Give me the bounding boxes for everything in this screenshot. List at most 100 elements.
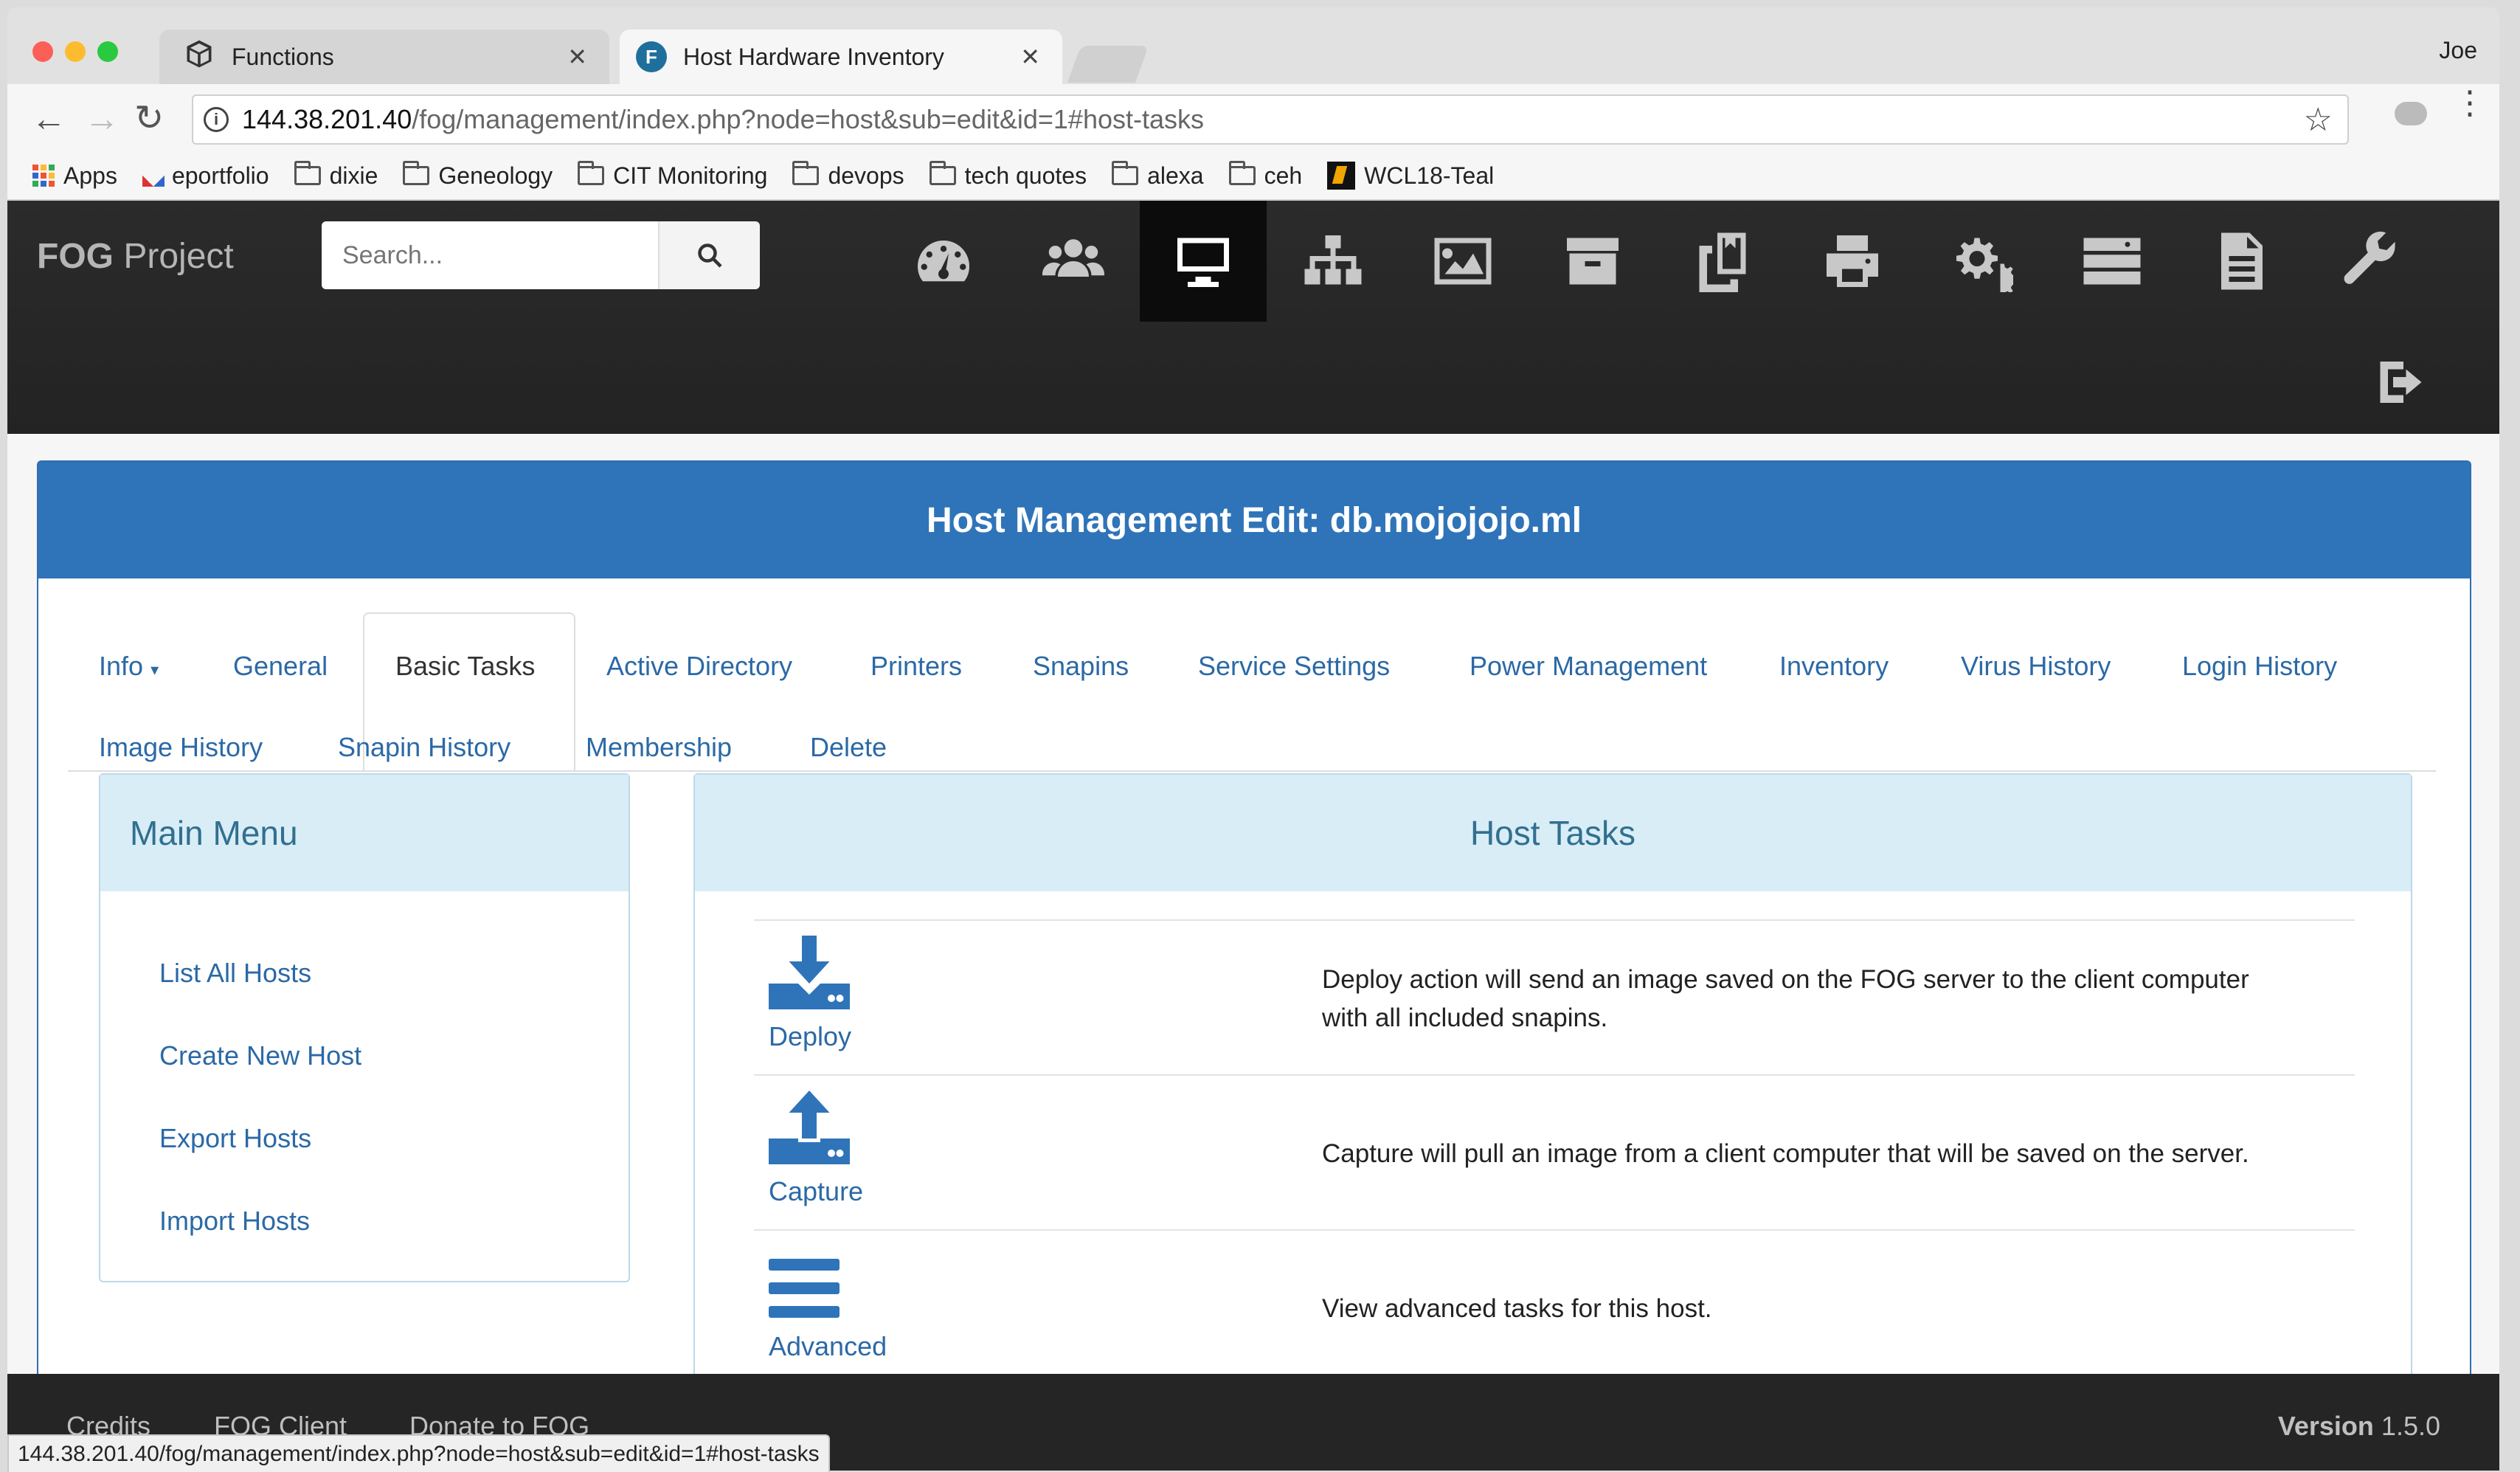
folder-icon <box>929 161 956 185</box>
tab-basic-tasks[interactable]: Basic Tasks <box>395 651 535 682</box>
logout-icon[interactable] <box>2372 351 2434 413</box>
tab-printers[interactable]: Printers <box>870 651 962 682</box>
profile-name[interactable]: Joe <box>2439 37 2477 64</box>
close-tab-icon[interactable]: ✕ <box>1020 43 1040 71</box>
services-icon[interactable] <box>1919 201 2046 322</box>
deploy-description: Deploy action will send an image saved o… <box>1322 965 2249 1032</box>
capture-description: Capture will pull an image from a client… <box>1322 1139 2249 1168</box>
close-window-button[interactable] <box>32 41 53 62</box>
bookmark-geneology[interactable]: Geneology <box>403 161 553 190</box>
bookmark-apps[interactable]: Apps <box>32 162 117 190</box>
advanced-description: View advanced tasks for this host. <box>1322 1294 1712 1323</box>
bookmark-ceh[interactable]: ceh <box>1228 161 1302 190</box>
fog-header: FOG Project <box>7 201 2499 434</box>
deploy-link[interactable]: Deploy <box>769 1021 851 1052</box>
menu-import-hosts[interactable]: Import Hosts <box>159 1206 310 1237</box>
bookmark-star-icon[interactable]: ☆ <box>2304 101 2333 139</box>
dashboard-icon[interactable] <box>880 201 1007 322</box>
bookmark-devops[interactable]: devops <box>792 161 904 190</box>
host-tasks-title: Host Tasks <box>695 775 2411 891</box>
menu-export-hosts[interactable]: Export Hosts <box>159 1123 311 1154</box>
bookmark-wcl18-teal[interactable]: WCL18-Teal <box>1327 162 1494 190</box>
storage-icon[interactable] <box>1529 201 1656 322</box>
snapins-icon[interactable] <box>1659 201 1786 322</box>
capture-icon[interactable] <box>769 1091 850 1164</box>
cloud-extension-icon[interactable] <box>2395 102 2427 125</box>
fog-brand[interactable]: FOG Project <box>37 236 234 277</box>
images-icon[interactable] <box>1399 201 1526 322</box>
tab-login-history[interactable]: Login History <box>2182 651 2337 682</box>
tab-snapin-history[interactable]: Snapin History <box>338 732 510 763</box>
advanced-menu-icon[interactable] <box>769 1259 840 1318</box>
bookmarks-bar: Apps eportfolio dixie Geneology CIT Moni… <box>7 152 2499 201</box>
menu-create-new-host[interactable]: Create New Host <box>159 1040 361 1071</box>
tab-image-history[interactable]: Image History <box>99 732 263 763</box>
tasks-icon[interactable] <box>2049 201 2175 322</box>
bookmark-tech-quotes[interactable]: tech quotes <box>929 161 1087 190</box>
version-info: Version 1.5.0 <box>2277 1411 2440 1441</box>
host-tasks-box: Host Tasks Deploy Deploy action will sen… <box>693 773 2412 1424</box>
tab-inventory[interactable]: Inventory <box>1779 651 1889 682</box>
folder-icon <box>403 161 430 185</box>
folder-icon <box>1112 161 1139 185</box>
close-tab-icon[interactable]: ✕ <box>567 43 587 71</box>
search-button[interactable] <box>658 221 760 289</box>
browser-toolbar: ← → ↻ i 144.38.201.40 /fog/management/in… <box>7 84 2499 163</box>
tab-general[interactable]: General <box>233 651 328 682</box>
caret-down-icon: ▾ <box>150 660 159 679</box>
bookmark-dixie[interactable]: dixie <box>294 161 378 190</box>
forward-icon[interactable]: → <box>84 99 120 139</box>
back-icon[interactable]: ← <box>31 99 66 139</box>
tab-delete[interactable]: Delete <box>810 732 887 763</box>
main-menu-title: Main Menu <box>100 775 629 891</box>
search-icon <box>698 243 722 268</box>
bookmark-cit-monitoring[interactable]: CIT Monitoring <box>578 161 767 190</box>
reload-icon[interactable]: ↻ <box>134 97 164 139</box>
reports-icon[interactable] <box>2178 201 2305 322</box>
menu-kebab-icon[interactable]: ⋮ <box>2454 87 2486 120</box>
users-icon[interactable] <box>1010 201 1137 322</box>
host-edit-panel: Host Management Edit: db.mojojojo.ml Inf… <box>37 460 2471 1424</box>
tab-power-management[interactable]: Power Management <box>1470 651 1707 682</box>
tab-host-hardware-inventory[interactable]: F Host Hardware Inventory ✕ <box>620 30 1062 84</box>
minimize-window-button[interactable] <box>65 41 86 62</box>
folder-icon <box>294 161 321 185</box>
page-title: Host Management Edit: db.mojojojo.ml <box>38 462 2470 578</box>
search-form <box>322 221 760 289</box>
main-menu-box: Main Menu List All Hosts Create New Host… <box>99 773 630 1282</box>
bookmark-alexa[interactable]: alexa <box>1112 161 1204 190</box>
tab-divider <box>68 770 2436 772</box>
url-path: /fog/management/index.php?node=host&sub=… <box>412 104 1204 134</box>
wcl-logo-icon <box>1327 162 1356 190</box>
info-icon[interactable]: i <box>204 107 229 132</box>
tab-snapins[interactable]: Snapins <box>1033 651 1129 682</box>
title-bar: Functions ✕ F Host Hardware Inventory ✕ … <box>7 7 2499 84</box>
tab-service-settings[interactable]: Service Settings <box>1198 651 1390 682</box>
task-row-deploy: Deploy Deploy action will send an image … <box>754 919 2355 1076</box>
settings-icon[interactable] <box>2308 201 2435 322</box>
tab-virus-history[interactable]: Virus History <box>1961 651 2111 682</box>
eportfolio-icon <box>142 165 165 187</box>
address-bar[interactable]: i 144.38.201.40 /fog/management/index.ph… <box>192 94 2349 145</box>
hosts-icon[interactable] <box>1140 201 1267 322</box>
deploy-icon[interactable] <box>769 936 850 1009</box>
search-input[interactable] <box>322 221 658 289</box>
bookmark-eportfolio[interactable]: eportfolio <box>142 162 269 190</box>
maximize-window-button[interactable] <box>97 41 118 62</box>
capture-link[interactable]: Capture <box>769 1176 863 1207</box>
advanced-link[interactable]: Advanced <box>769 1331 887 1362</box>
tab-membership[interactable]: Membership <box>586 732 732 763</box>
cube-icon <box>183 38 215 76</box>
folder-icon <box>1228 161 1256 185</box>
folder-icon <box>578 161 605 185</box>
printers-icon[interactable] <box>1789 201 1916 322</box>
tab-functions[interactable]: Functions ✕ <box>159 30 609 84</box>
browser-window: Functions ✕ F Host Hardware Inventory ✕ … <box>7 7 2499 1471</box>
menu-list-all-hosts[interactable]: List All Hosts <box>159 958 311 989</box>
new-tab-button[interactable] <box>1067 46 1149 83</box>
tab-info[interactable]: Info ▾ <box>99 651 159 682</box>
tab-active-directory[interactable]: Active Directory <box>606 651 792 682</box>
fog-favicon-icon: F <box>636 41 667 72</box>
groups-icon[interactable] <box>1270 201 1396 322</box>
tab-label: Functions <box>232 43 334 70</box>
